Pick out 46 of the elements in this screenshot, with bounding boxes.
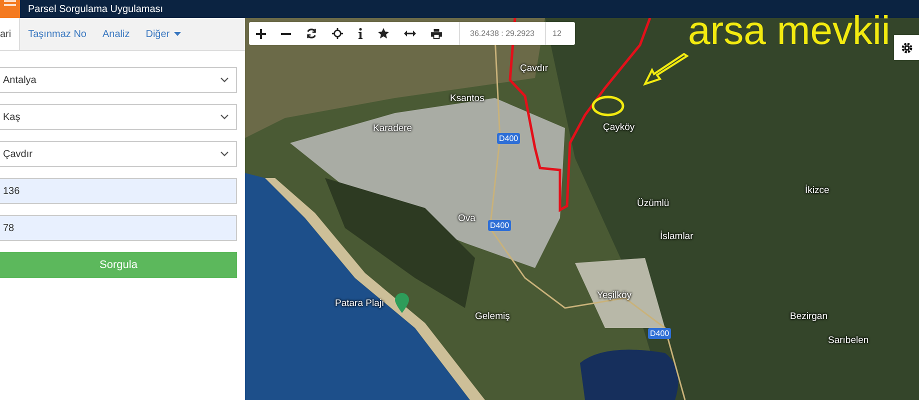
tab[interactable]: Analiz bbox=[94, 18, 138, 50]
menu-button[interactable] bbox=[0, 0, 20, 18]
place-label: Ksantos bbox=[450, 93, 484, 104]
measure-icon[interactable] bbox=[404, 30, 416, 37]
road-label: D400 bbox=[497, 133, 520, 144]
chevron-down-icon bbox=[220, 114, 229, 120]
road-label: D400 bbox=[488, 220, 512, 231]
place-label: Çavdır bbox=[520, 63, 548, 74]
crosshair-icon[interactable] bbox=[332, 28, 343, 39]
dropdown-field[interactable]: Antalya bbox=[0, 67, 237, 93]
zoom-in-icon[interactable] bbox=[256, 28, 266, 38]
tab[interactable]: ari bbox=[0, 18, 20, 50]
map-pin-icon bbox=[395, 293, 409, 313]
highlight-ellipse bbox=[591, 95, 625, 117]
place-label: İkizce bbox=[805, 185, 830, 196]
chevron-down-icon bbox=[220, 151, 229, 157]
place-label: Ova bbox=[458, 213, 476, 224]
settings-icon bbox=[900, 42, 912, 54]
arrow-drawing bbox=[643, 53, 689, 87]
place-label: Gelemiş bbox=[475, 311, 510, 322]
place-label: İslamlar bbox=[660, 231, 694, 242]
place-label: Karadere bbox=[373, 123, 412, 134]
settings-button[interactable] bbox=[894, 35, 919, 60]
place-label: Bezirgan bbox=[790, 311, 828, 322]
refresh-icon[interactable] bbox=[306, 28, 317, 39]
star-icon[interactable] bbox=[378, 28, 389, 39]
place-label: Üzümlü bbox=[637, 198, 670, 209]
tab[interactable]: Diğer bbox=[138, 18, 189, 50]
app-title: Parsel Sorgulama Uygulaması bbox=[28, 4, 164, 14]
place-label: Yeşilköy bbox=[597, 290, 632, 301]
beach-label: Patara Plajı bbox=[335, 298, 384, 309]
chevron-down-icon bbox=[220, 77, 229, 83]
info-icon[interactable] bbox=[358, 28, 363, 39]
annotation-text: arsa mevkii bbox=[688, 8, 890, 54]
place-label: Sarıbelen bbox=[828, 335, 869, 346]
print-icon[interactable] bbox=[431, 28, 442, 38]
dropdown-field[interactable]: Çavdır bbox=[0, 141, 237, 167]
zoom-level-readout: 12 bbox=[552, 29, 562, 38]
coordinates-readout: 36.2438 : 29.2923 bbox=[459, 22, 546, 45]
input-field[interactable]: 136 bbox=[0, 178, 237, 204]
caret-icon bbox=[174, 32, 181, 36]
input-field[interactable]: 78 bbox=[0, 215, 237, 241]
tab[interactable]: Taşınmaz No bbox=[20, 18, 94, 50]
place-label: Çayköy bbox=[603, 122, 635, 133]
road-label: D400 bbox=[648, 328, 672, 339]
dropdown-field[interactable]: Kaş bbox=[0, 104, 237, 130]
